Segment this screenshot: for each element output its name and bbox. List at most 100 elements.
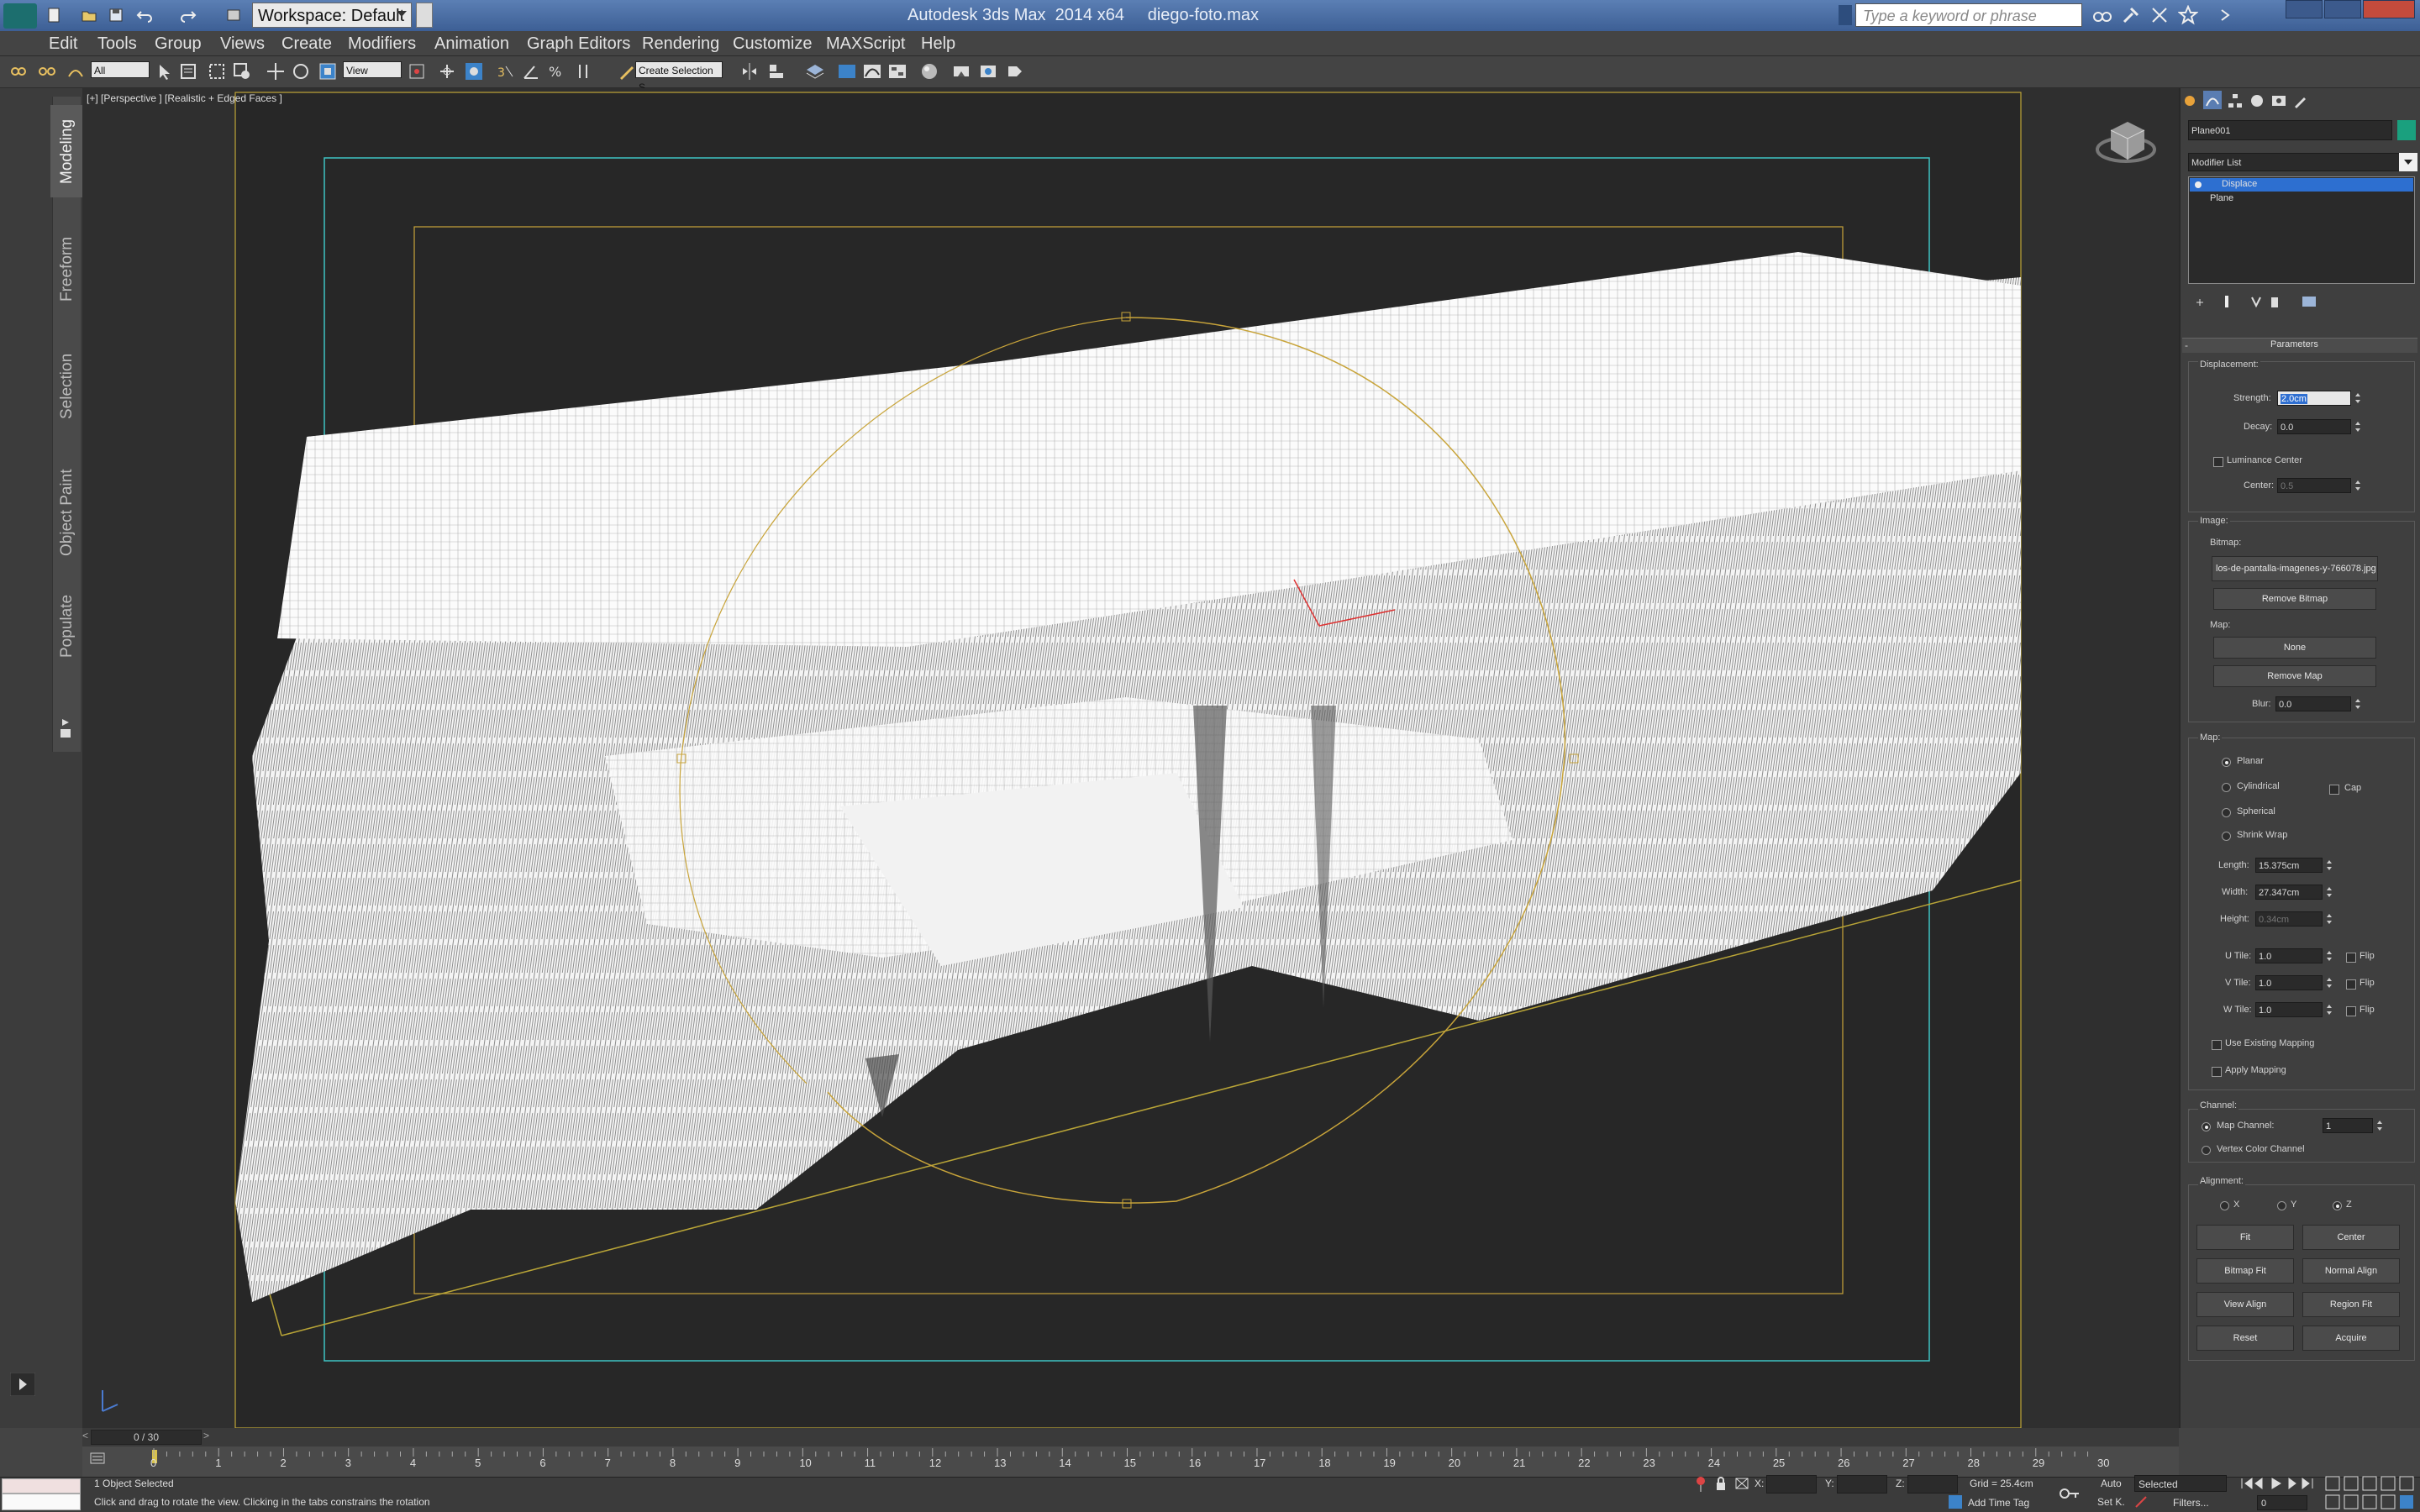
spinner-arrows-icon[interactable] [2324,975,2334,990]
undo-icon[interactable] [136,7,153,24]
named-selection-dropdown[interactable]: Create Selection S [635,61,723,93]
current-frame-field[interactable]: 0 [2257,1495,2307,1510]
align-icon[interactable] [766,61,786,81]
modifier-list-arrow[interactable] [2399,153,2417,171]
window-crossing-icon[interactable] [232,61,252,81]
close-button[interactable] [2363,0,2415,18]
communication-center-icon[interactable] [2149,5,2170,25]
menu-edit[interactable]: Edit [49,31,77,56]
isolate-selection-icon[interactable] [1694,1475,1707,1492]
region-fit-button[interactable]: Region Fit [2302,1292,2400,1317]
selection-lock-icon[interactable] [1714,1475,1728,1492]
select-rotate-icon[interactable] [291,61,311,81]
shrink-wrap-radio[interactable] [2222,832,2231,841]
spinner-arrows-icon[interactable] [2353,478,2363,493]
cap-checkbox[interactable] [2329,785,2339,795]
object-color-swatch[interactable] [2397,120,2416,140]
reset-button[interactable]: Reset [2196,1326,2294,1351]
stack-item-plane[interactable]: Plane [2210,193,2233,203]
view-align-button[interactable]: View Align [2196,1292,2294,1317]
modifier-list-dropdown[interactable]: Modifier List [2188,153,2402,171]
project-folder-icon[interactable] [225,7,242,24]
key-filters-button[interactable]: Filters... [2173,1497,2209,1509]
use-existing-mapping-checkbox[interactable] [2212,1040,2222,1050]
spinner-arrows-icon[interactable] [2375,1118,2385,1133]
remove-map-button[interactable]: Remove Map [2213,665,2376,687]
render-production-icon[interactable] [1005,61,1025,81]
unlink-icon[interactable] [37,61,57,81]
absolute-mode-transform-icon[interactable] [1734,1475,1749,1492]
layer-manager-icon[interactable] [805,61,825,81]
save-icon[interactable] [108,7,124,24]
time-tag-icon[interactable] [1948,1494,1963,1509]
menu-animation[interactable]: Animation [434,31,509,56]
search-input[interactable]: Type a keyword or phrase [1855,3,2082,27]
render-setup-icon[interactable] [951,61,971,81]
map-channel-spinner[interactable]: 1 [2323,1118,2373,1133]
viewport-perspective[interactable]: [+] [Perspective ] [Realistic + Edged Fa… [82,88,2179,1428]
hierarchy-panel-icon[interactable] [2227,92,2244,109]
percent-snap-icon[interactable]: % [546,61,566,81]
subscription-icon[interactable] [2121,5,2141,25]
menu-create[interactable]: Create [281,31,332,56]
light-bulb-icon[interactable] [2193,180,2203,190]
time-slider-thumb[interactable]: 0 / 30 [91,1430,202,1445]
workspace-menu-button[interactable] [416,3,433,28]
ribbon-tab-modeling[interactable]: Modeling [50,105,84,197]
app-menu-button[interactable] [3,3,37,29]
restore-button[interactable] [2324,0,2361,18]
z-coordinate-field[interactable] [1907,1475,1958,1494]
spinner-arrows-icon[interactable] [2353,391,2363,406]
help-icon[interactable] [2215,5,2235,25]
show-end-result-icon[interactable] [2220,294,2233,309]
remove-modifier-icon[interactable] [2269,294,2281,309]
rendered-frame-window-icon[interactable] [978,61,998,81]
bitmap-fit-button[interactable]: Bitmap Fit [2196,1258,2294,1284]
mirror-icon[interactable] [739,61,760,81]
strength-spinner[interactable]: 2.0cm [2277,391,2351,406]
time-slider[interactable]: 0 / 30 < > [82,1428,2179,1446]
select-and-manipulate-icon[interactable] [437,61,457,81]
bitmap-button[interactable]: los-de-pantalla-imagenes-y-766078.jpg [2212,556,2378,581]
map-channel-radio[interactable] [2202,1122,2211,1131]
length-spinner[interactable]: 15.375cm [2255,858,2323,873]
center-button[interactable]: Center [2302,1225,2400,1250]
time-slider-next-icon[interactable]: > [203,1430,209,1441]
maxscript-listener-icon[interactable] [10,1373,35,1396]
menu-tools[interactable]: Tools [97,31,137,56]
spinner-arrows-icon[interactable] [2324,858,2334,873]
ribbon-tab-object-paint[interactable]: Object Paint [50,462,84,563]
spinner-arrows-icon[interactable] [2324,885,2334,900]
maxscript-mini-listener[interactable] [2,1478,81,1494]
create-panel-icon[interactable] [2181,92,2198,109]
utilities-panel-icon[interactable] [2292,92,2309,109]
motion-panel-icon[interactable] [2249,92,2265,109]
apply-mapping-checkbox[interactable] [2212,1067,2222,1077]
u-tile-spinner[interactable]: 1.0 [2255,948,2323,963]
center-spinner[interactable]: 0.5 [2277,478,2351,493]
align-x-radio[interactable] [2220,1201,2229,1210]
height-spinner[interactable]: 0.34cm [2255,911,2323,927]
menu-help[interactable]: Help [921,31,955,56]
spinner-snap-icon[interactable] [573,61,593,81]
edit-named-selection-icon[interactable] [617,61,637,81]
x-coordinate-field[interactable] [1766,1475,1817,1494]
normal-align-button[interactable]: Normal Align [2302,1258,2400,1284]
v-flip-checkbox[interactable] [2346,979,2356,990]
spinner-arrows-icon[interactable] [2353,696,2363,711]
ribbon-options-icon[interactable] [57,716,74,741]
make-unique-icon[interactable] [2249,294,2264,309]
menu-views[interactable]: Views [220,31,265,56]
decay-spinner[interactable]: 0.0 [2277,419,2351,434]
menu-graph-editors[interactable]: Graph Editors [527,31,630,56]
luminance-center-checkbox[interactable] [2213,457,2223,467]
curve-editor-icon[interactable] [862,61,882,81]
menu-modifiers[interactable]: Modifiers [348,31,416,56]
rollout-collapse-icon[interactable]: - [2185,339,2188,351]
align-z-radio[interactable] [2333,1201,2342,1210]
set-key-button[interactable]: Set K. [2097,1496,2125,1508]
object-name-field[interactable]: Plane001 [2188,120,2392,140]
spinner-arrows-icon[interactable] [2353,419,2363,434]
mini-curve-editor-icon[interactable] [89,1450,106,1467]
select-move-icon[interactable] [266,61,286,81]
